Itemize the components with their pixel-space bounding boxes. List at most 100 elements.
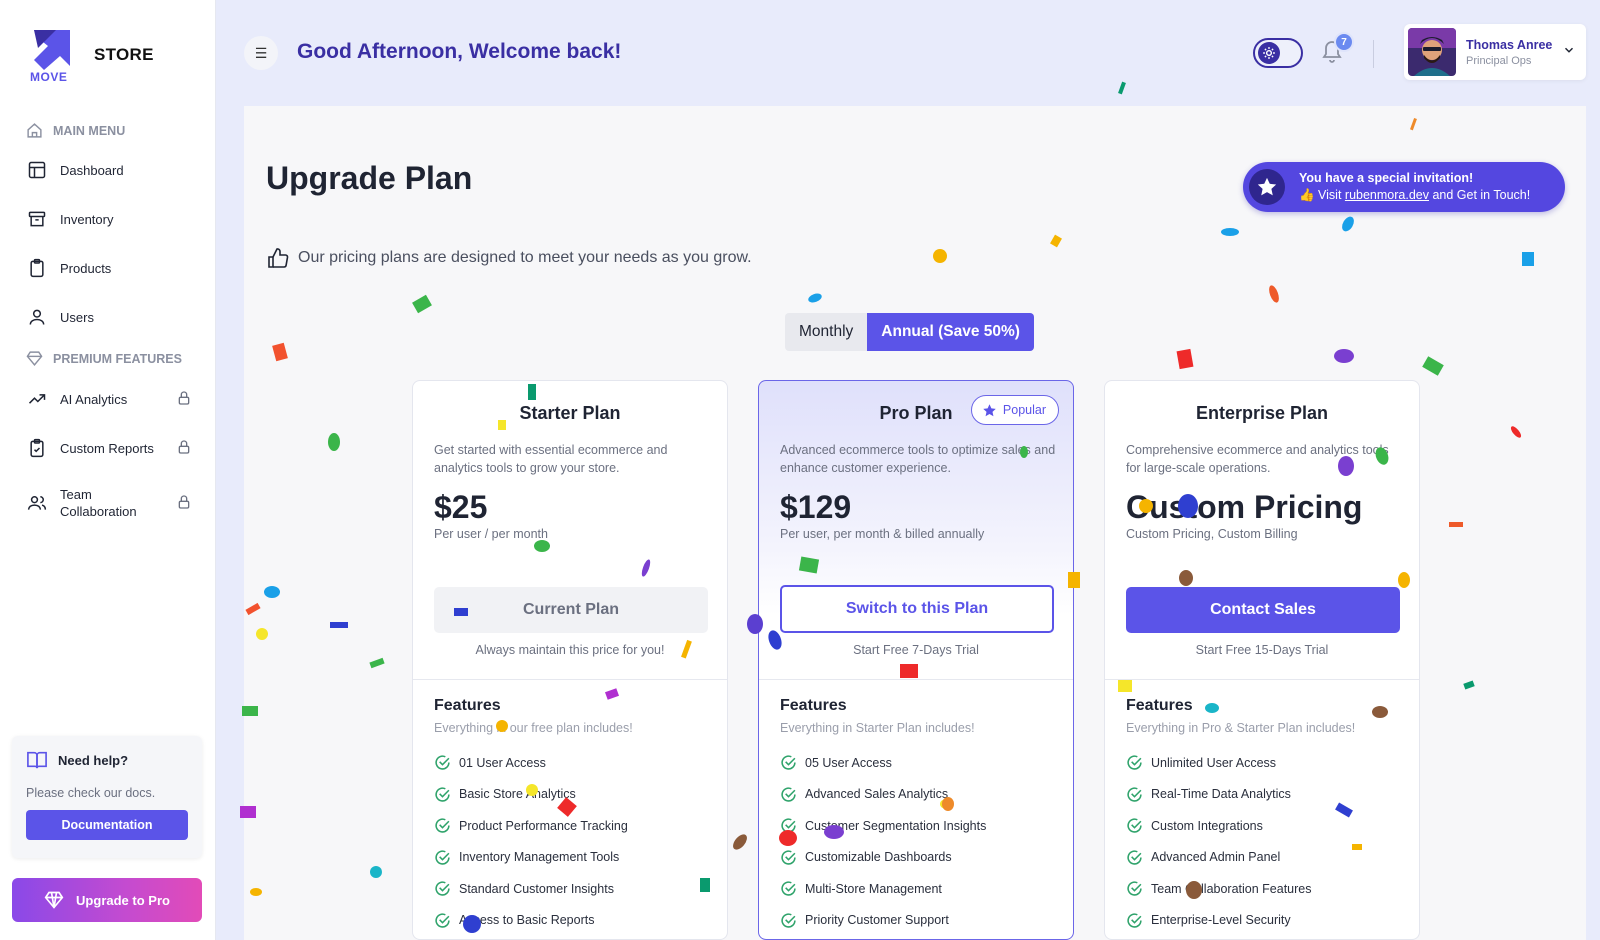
plan-description: Get started with essential ecommerce and…	[434, 443, 668, 475]
theme-toggle[interactable]	[1253, 38, 1303, 68]
sidebar-item-inventory[interactable]: Inventory	[26, 208, 192, 230]
help-card: Need help? Please check our docs. Docume…	[12, 736, 202, 858]
check-circle-icon	[1127, 818, 1142, 833]
user-icon	[26, 306, 48, 328]
features-title: Features	[434, 697, 501, 714]
feature-label: Real-Time Data Analytics	[1151, 787, 1291, 802]
sidebar-item-label-line: Team	[60, 487, 92, 502]
clipboard-check-icon	[26, 437, 48, 459]
features-subtitle: Everything in our free plan includes!	[434, 721, 633, 735]
plan-name: Starter Plan	[519, 403, 621, 423]
star-icon	[983, 403, 996, 416]
check-circle-icon	[435, 755, 450, 770]
list-item: Customizable Dashboards	[780, 842, 1060, 874]
upgrade-to-pro-button[interactable]: Upgrade to Pro	[12, 878, 202, 922]
switch-plan-button[interactable]: Switch to this Plan	[780, 585, 1054, 633]
check-circle-icon	[1127, 881, 1142, 896]
check-circle-icon	[1127, 850, 1142, 865]
plan-name: Enterprise Plan	[1195, 403, 1329, 423]
plan-price-note: Per user / per month	[434, 527, 548, 541]
features-list: 01 User Access Basic Store Analytics Pro…	[434, 747, 714, 936]
list-item: Product Performance Tracking	[434, 810, 714, 842]
sun-icon	[1258, 42, 1280, 64]
list-item: 05 User Access	[780, 747, 1060, 779]
invitation-title: You have a special invitation!	[1299, 171, 1474, 185]
feature-label: 05 User Access	[805, 755, 892, 770]
list-item: Unlimited User Access	[1126, 747, 1406, 779]
sidebar-item-ai-analytics[interactable]: AI Analytics	[26, 388, 192, 410]
invitation-prefix: 👍 Visit	[1299, 188, 1345, 202]
hamburger-menu-button[interactable]: ☰	[244, 36, 278, 70]
plan-description: Advanced ecommerce tools to optimize sal…	[780, 443, 1056, 475]
check-circle-icon	[781, 787, 796, 802]
check-circle-icon	[435, 850, 450, 865]
invitation-banner[interactable]: You have a special invitation! 👍 Visit r…	[1243, 162, 1565, 212]
popular-label: Popular	[1002, 403, 1046, 417]
sidebar-item-team-collaboration[interactable]: Team Collaboration	[26, 486, 192, 520]
features-list: 05 User Access Advanced Sales Analytics …	[780, 747, 1060, 936]
check-circle-icon	[781, 755, 796, 770]
check-circle-icon	[781, 913, 796, 928]
check-circle-icon	[1127, 913, 1142, 928]
sidebar-item-label: Inventory	[60, 211, 114, 227]
documentation-button[interactable]: Documentation	[26, 810, 188, 840]
check-circle-icon	[435, 881, 450, 896]
feature-label: Multi-Store Management	[805, 881, 942, 896]
list-item: Custom Integrations	[1126, 810, 1406, 842]
check-circle-icon	[1127, 755, 1142, 770]
list-item: Multi-Store Management	[780, 873, 1060, 905]
plan-price-note: Custom Pricing, Custom Billing	[1126, 527, 1298, 541]
feature-label: Standard Customer Insights	[459, 881, 614, 896]
features-list: Unlimited User Access Real-Time Data Ana…	[1126, 747, 1406, 936]
sidebar-item-users[interactable]: Users	[26, 306, 192, 328]
trend-up-icon	[26, 388, 48, 410]
brand-logo[interactable]: MOVE STORE	[30, 26, 154, 84]
check-circle-icon	[781, 850, 796, 865]
list-item: Access to Basic Reports	[434, 905, 714, 937]
greeting: Good Afternoon, Welcome back!	[297, 40, 622, 63]
feature-label: Priority Customer Support	[805, 913, 949, 928]
billing-toggle: Monthly Annual (Save 50%)	[785, 313, 1034, 351]
invitation-link[interactable]: rubenmora.dev	[1345, 188, 1429, 202]
features-subtitle: Everything in Starter Plan includes!	[780, 721, 975, 735]
notifications-button[interactable]: 7	[1320, 32, 1354, 68]
popular-badge: Popular	[970, 395, 1059, 425]
main-menu-heading: MAIN MENU	[26, 122, 125, 139]
page-subtitle: Our pricing plans are designed to meet y…	[266, 246, 752, 270]
user-menu[interactable]: Thomas Anree Principal Ops	[1404, 24, 1586, 80]
feature-label: Inventory Management Tools	[459, 850, 620, 865]
arrow-logo-icon: MOVE	[30, 26, 78, 84]
feature-label: Advanced Sales Analytics	[805, 787, 949, 802]
plan-button-note: Always maintain this price for you!	[475, 643, 665, 657]
current-plan-button[interactable]: Current Plan	[434, 587, 708, 633]
feature-label: Advanced Admin Panel	[1151, 850, 1281, 865]
feature-label: Access to Basic Reports	[459, 913, 595, 928]
sidebar-item-products[interactable]: Products	[26, 257, 192, 279]
sidebar-item-dashboard[interactable]: Dashboard	[26, 159, 192, 181]
list-item: Real-Time Data Analytics	[1126, 779, 1406, 811]
clipboard-icon	[26, 257, 48, 279]
feature-label: Customer Segmentation Insights	[805, 818, 987, 833]
user-info: Thomas Anree Principal Ops	[1466, 38, 1562, 67]
plan-card-starter: Starter Plan Get started with essential …	[412, 380, 728, 940]
sidebar-item-custom-reports[interactable]: Custom Reports	[26, 437, 192, 459]
contact-sales-button[interactable]: Contact Sales	[1126, 587, 1400, 633]
billing-monthly-option[interactable]: Monthly	[785, 313, 868, 351]
divider	[759, 679, 1073, 680]
check-circle-icon	[781, 881, 796, 896]
billing-annual-option[interactable]: Annual (Save 50%)	[867, 313, 1034, 351]
premium-features-heading: PREMIUM FEATURES	[26, 350, 182, 367]
page-title: Upgrade Plan	[266, 160, 473, 196]
lock-icon	[176, 390, 192, 409]
feature-label: Team Collaboration Features	[1151, 881, 1312, 896]
check-circle-icon	[1127, 787, 1142, 802]
list-item: 01 User Access	[434, 747, 714, 779]
feature-label: Custom Integrations	[1151, 818, 1263, 833]
list-item: Advanced Admin Panel	[1126, 842, 1406, 874]
features-title: Features	[1126, 697, 1193, 714]
list-item: Team Collaboration Features	[1126, 873, 1406, 905]
plan-card-enterprise: Enterprise Plan Comprehensive ecommerce …	[1104, 380, 1420, 940]
plan-price: Custom Pricing	[1126, 489, 1363, 525]
feature-label: 01 User Access	[459, 755, 546, 770]
feature-label: Unlimited User Access	[1151, 755, 1277, 770]
